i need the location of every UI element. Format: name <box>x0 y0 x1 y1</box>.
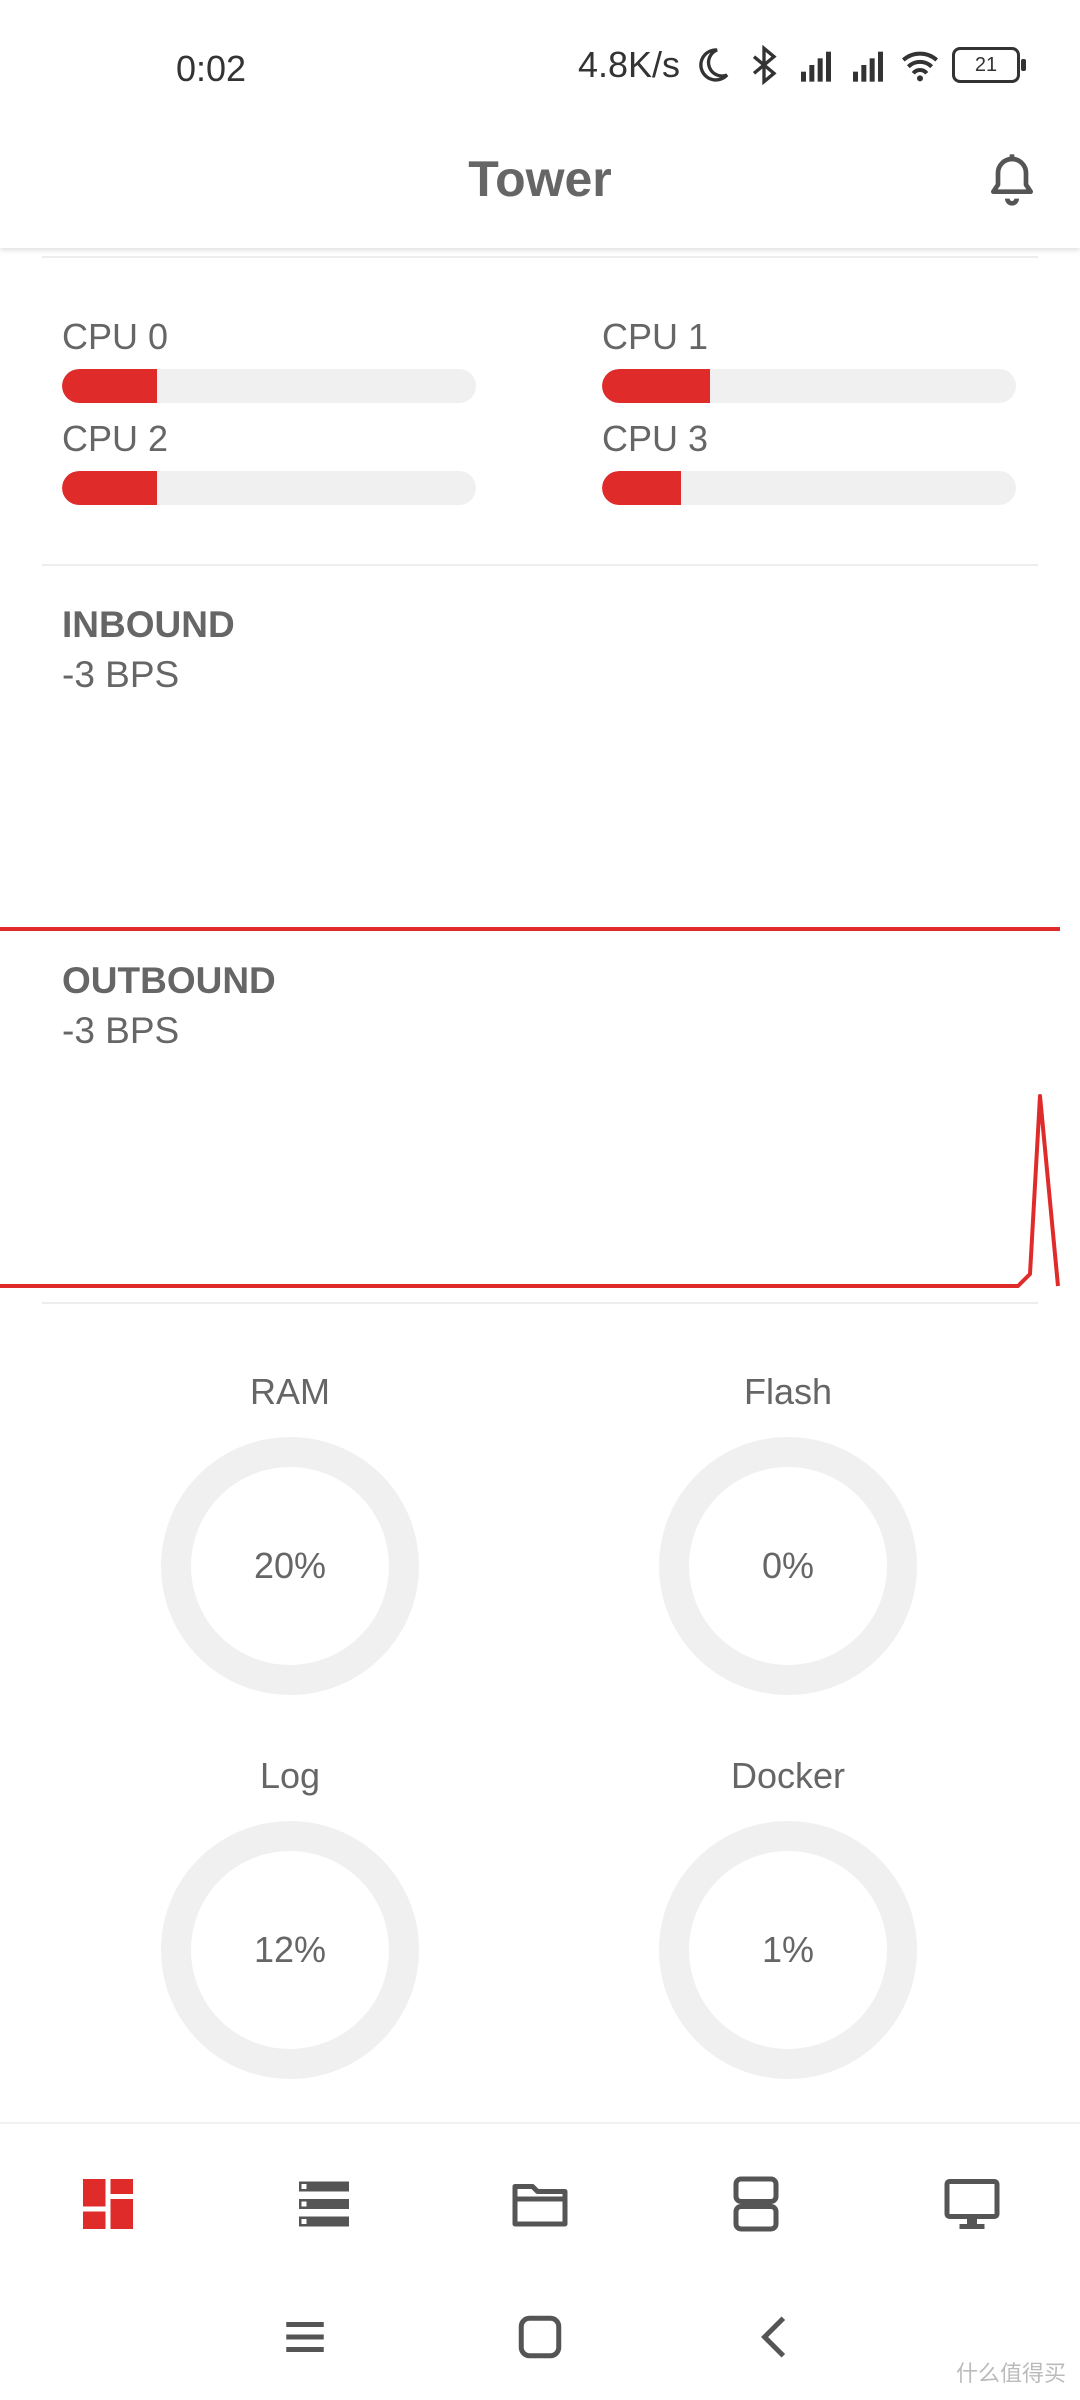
status-icons: 4.8K/s 21 <box>577 44 1026 86</box>
gauge-title: RAM <box>250 1371 330 1412</box>
donut-chart: 12% <box>161 1821 419 2079</box>
gauge-percent: 12% <box>254 1929 326 1970</box>
back-icon[interactable] <box>750 2312 800 2362</box>
cpu-progress-bar <box>62 471 476 505</box>
divider <box>42 564 1038 566</box>
gauge-percent: 0% <box>762 1545 814 1586</box>
dashboard-icon[interactable] <box>78 2174 138 2234</box>
docker-gauge: Docker 1% <box>638 1752 938 2080</box>
inbound-label: INBOUND <box>62 604 235 645</box>
cpu-2: CPU 2 <box>62 417 476 505</box>
divider <box>42 256 1038 258</box>
status-bar: 0:02 4.8K/s 21 <box>0 0 1080 120</box>
cpu-3: CPU 3 <box>602 417 1016 505</box>
cpu-progress-bar <box>602 369 1016 403</box>
cpu-label: CPU 1 <box>602 316 709 357</box>
cpu-progress-bar <box>602 471 1016 505</box>
cpu-progress-fill <box>602 369 710 403</box>
list-icon[interactable] <box>294 2174 354 2234</box>
ram-gauge: RAM 20% <box>140 1368 440 1696</box>
watermark: 什么值得买 <box>955 2361 1066 2386</box>
bluetooth-icon <box>752 45 777 85</box>
outbound-label: OUTBOUND <box>62 960 276 1001</box>
outbound-line <box>0 1094 1060 1288</box>
cpu-progress-fill <box>62 369 158 403</box>
moon-icon <box>699 48 729 82</box>
network-speed: 4.8K/s <box>577 44 680 85</box>
bell-icon[interactable] <box>984 150 1040 210</box>
page-title: Tower <box>468 151 612 207</box>
donut-chart: 20% <box>161 1437 419 1695</box>
gauge-title: Flash <box>743 1371 833 1412</box>
system-navigation: 什么值得买 <box>0 2272 1080 2400</box>
app-bar: Tower <box>0 120 1080 248</box>
cpu-progress-bar <box>62 369 476 403</box>
inbound-chart <box>0 927 1060 931</box>
gauge-title: Log <box>259 1755 321 1796</box>
cpu-progress-fill <box>62 471 158 505</box>
log-gauge: Log 12% <box>140 1752 440 2080</box>
outbound-value: -3 BPS <box>62 1010 180 1051</box>
battery-icon: 21 <box>952 47 1026 83</box>
menu-icon[interactable] <box>280 2312 330 2362</box>
cpu-label: CPU 3 <box>602 418 709 459</box>
wifi-icon <box>902 51 938 82</box>
cpu-label: CPU 2 <box>62 418 169 459</box>
donut-chart: 0% <box>659 1437 917 1695</box>
bottom-navigation <box>0 2122 1080 2274</box>
cpu-progress-fill <box>602 471 681 505</box>
monitor-icon[interactable] <box>942 2174 1002 2234</box>
outbound-chart <box>0 1094 1060 1288</box>
home-icon[interactable] <box>515 2312 565 2362</box>
gauge-title: Docker <box>730 1755 846 1796</box>
status-time: 0:02 <box>176 48 247 89</box>
divider <box>42 1302 1038 1304</box>
battery-level: 21 <box>974 53 998 76</box>
cpu-1: CPU 1 <box>602 315 1016 403</box>
cpu-label: CPU 0 <box>62 316 169 357</box>
gauge-percent: 20% <box>254 1545 326 1586</box>
cpu-0: CPU 0 <box>62 315 476 403</box>
signal-hd-icon <box>853 51 883 82</box>
gauge-percent: 1% <box>762 1929 814 1970</box>
server-icon[interactable] <box>726 2174 786 2234</box>
donut-chart: 1% <box>659 1821 917 2079</box>
flash-gauge: Flash 0% <box>638 1368 938 1696</box>
inbound-value: -3 BPS <box>62 654 180 695</box>
folder-icon[interactable] <box>510 2174 570 2234</box>
signal-hd-icon <box>801 51 831 82</box>
